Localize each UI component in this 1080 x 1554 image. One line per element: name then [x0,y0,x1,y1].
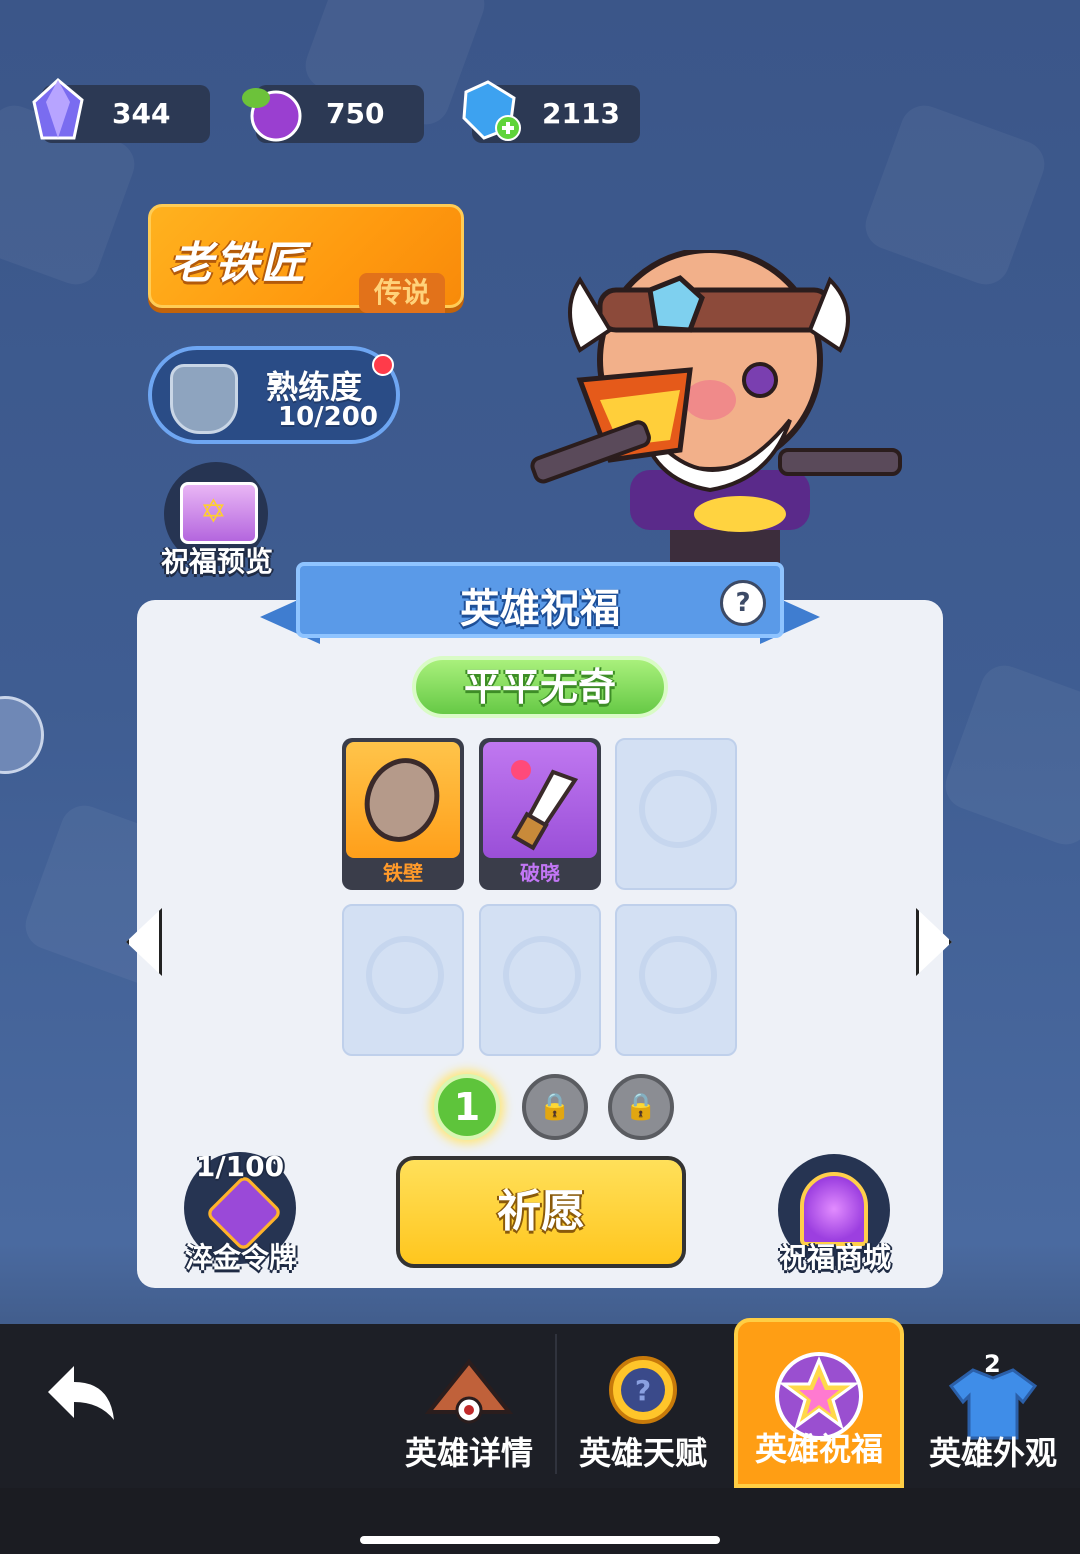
hero-character [520,247,920,610]
token-label: 淬金令牌 [184,1241,297,1274]
empty-slot-icon [503,936,581,1014]
proficiency-value: 10/200 [278,402,378,432]
spear-icon [483,742,597,858]
quality-badge: 平平无奇 [412,656,668,718]
back-button[interactable] [44,1362,120,1430]
tab-hero-appearance[interactable]: 英雄外观 [908,1324,1078,1488]
empty-slot-icon [366,936,444,1014]
slot-label: 铁壁 [383,861,423,885]
notification-dot [372,354,394,376]
tab-hero-detail[interactable]: 英雄详情 [384,1324,554,1488]
system-strip [0,1488,1080,1554]
star-icon: ✡ [200,492,227,530]
hero-detail-icon [419,1352,519,1436]
home-indicator[interactable] [360,1536,720,1544]
empty-slot-icon [639,770,717,848]
tab-label: 英雄外观 [928,1434,1057,1472]
crystal-icon [30,78,86,148]
token-count: 1/100 [195,1150,285,1183]
blue-gem-plus-icon[interactable] [458,78,524,148]
empty-slot[interactable] [479,904,601,1056]
lock-icon[interactable]: 🔒 [608,1074,674,1140]
grape-fruit-icon [240,78,306,148]
sword-shield-icon [170,364,238,434]
rarity-badge: 传说 [359,273,445,313]
slot-label: 破晓 [520,861,560,885]
page-1-button[interactable]: 1 [434,1074,500,1140]
empty-slot[interactable] [615,904,737,1056]
empty-slot-icon [639,936,717,1014]
blessing-slot[interactable]: 铁壁 [342,738,464,890]
lock-icon[interactable]: 🔒 [522,1074,588,1140]
help-icon[interactable]: ? [720,580,766,626]
shop-label: 祝福商城 [778,1241,891,1274]
empty-slot[interactable] [615,738,737,890]
empty-slot[interactable] [342,904,464,1056]
currency-value: 344 [112,97,171,130]
portal-icon [800,1172,868,1246]
currency-value: 2113 [542,97,620,130]
hero-name-card: 老铁匠 传说 [148,204,464,313]
proficiency-button[interactable]: 熟练度 10/200 [148,346,400,444]
tab-hero-talent[interactable]: ? 英雄天赋 [558,1324,728,1488]
tab-label: 英雄祝福 [754,1430,883,1468]
currency-value: 750 [326,97,385,130]
divider [555,1334,557,1474]
tab-label: 英雄详情 [404,1434,533,1472]
pray-button[interactable]: 祈愿 [396,1156,686,1268]
talent-icon: ? [598,1352,688,1436]
panel-title-ribbon: 英雄祝福 ? [296,562,784,638]
svg-text:?: ? [635,1374,651,1407]
blessing-slot[interactable]: 破晓 [479,738,601,890]
blessing-preview-label: 祝福预览 [160,545,273,578]
hero-name: 老铁匠 [169,238,307,289]
tab-label: 英雄天赋 [578,1434,707,1472]
shield-disc-icon [346,742,460,858]
shirt-badge: 2 [984,1350,1001,1378]
panel-title: 英雄祝福 [460,586,620,632]
back-arrow-icon [48,1366,114,1420]
tab-hero-blessing[interactable]: 英雄祝福 [734,1318,904,1488]
